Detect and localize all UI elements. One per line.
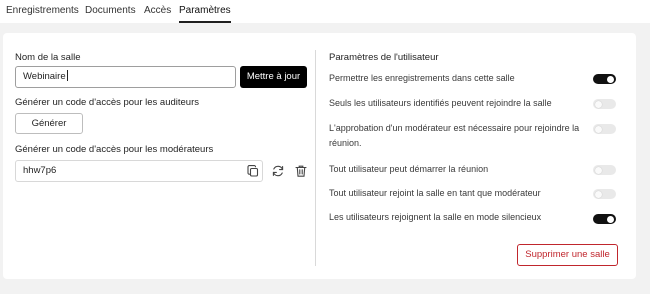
viewer-code-label: Générer un code d'accès pour les auditeu… — [15, 97, 200, 108]
setting-label-anyone-can-start: Tout utilisateur peut démarrer la réunio… — [329, 164, 489, 174]
settings-card: Nom de la salle Webinaire Mettre à jour … — [3, 33, 636, 279]
room-name-input[interactable]: Webinaire — [15, 66, 236, 88]
toggle-allow-recordings[interactable] — [593, 74, 616, 84]
toggle-all-moderators[interactable] — [593, 189, 616, 199]
moderator-code-value: hhw7p6 — [23, 165, 57, 176]
trash-icon[interactable] — [294, 164, 308, 178]
setting-label-authenticated-only: Seuls les utilisateurs identifiés peuven… — [329, 98, 552, 108]
toggle-knob — [595, 125, 602, 133]
generate-viewer-code-button[interactable]: Générer — [15, 113, 83, 134]
copy-icon[interactable] — [246, 164, 260, 178]
tab-bar: Enregistrements Documents Accès Paramètr… — [0, 0, 650, 23]
delete-room-button[interactable]: Supprimer une salle — [517, 244, 618, 266]
setting-label-moderator-approval: L'approbation d'un modérateur est nécess… — [329, 123, 580, 148]
moderator-code-field: hhw7p6 — [15, 160, 263, 182]
setting-label-mute-on-join: Les utilisateurs rejoignent la salle en … — [329, 212, 542, 222]
toggle-knob — [595, 166, 602, 174]
user-settings-title: Paramètres de l'utilisateur — [329, 52, 439, 63]
toggle-authenticated-only[interactable] — [593, 99, 616, 109]
setting-label-recordings: Permettre les enregistrements dans cette… — [329, 73, 515, 83]
room-name-value: Webinaire — [23, 71, 66, 82]
tab-recordings[interactable]: Enregistrements — [6, 5, 79, 23]
text-caret — [66, 70, 68, 81]
toggle-mute-on-join[interactable] — [593, 214, 616, 224]
toggle-knob — [607, 75, 614, 83]
column-divider — [315, 50, 316, 266]
toggle-knob — [595, 190, 602, 198]
tab-access[interactable]: Accès — [144, 5, 171, 23]
room-name-label: Nom de la salle — [15, 52, 81, 63]
tab-settings[interactable]: Paramètres — [179, 5, 231, 23]
update-button[interactable]: Mettre à jour — [240, 66, 307, 88]
moderator-code-label: Générer un code d'accès pour les modérat… — [15, 144, 214, 155]
setting-label-all-moderators: Tout utilisateur rejoint la salle en tan… — [329, 188, 541, 198]
toggle-knob — [607, 215, 614, 223]
tab-documents[interactable]: Documents — [85, 5, 136, 23]
refresh-icon[interactable] — [271, 164, 285, 178]
toggle-moderator-approval[interactable] — [593, 124, 616, 134]
toggle-knob — [595, 100, 602, 108]
toggle-anyone-can-start[interactable] — [593, 165, 616, 175]
